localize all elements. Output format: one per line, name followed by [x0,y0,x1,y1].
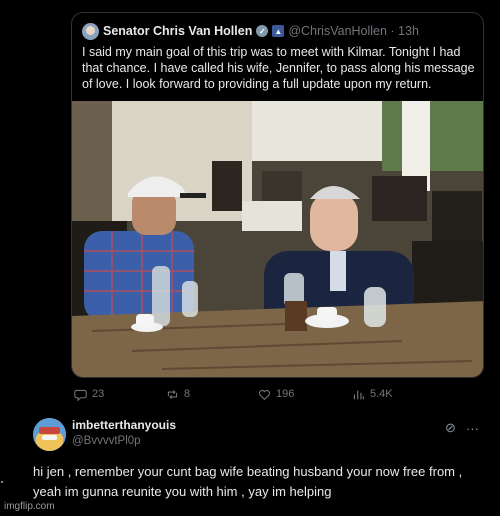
verified-badge-icon: ✓ [256,25,269,37]
like-icon [259,389,270,400]
reply-action[interactable]: 23 [74,386,104,402]
repost-icon [167,389,178,399]
views-count: 5.4K [370,388,393,400]
like-count: 196 [276,388,295,400]
screen: Senator Chris Van Hollen ✓ ▲ @ChrisVanHo… [0,0,500,516]
views-icon [353,389,364,399]
tweet-actions-bar: 23 8 196 5.4K [72,386,484,402]
reply-toolbar: ⊘ ··· [445,420,479,436]
repost-count: 8 [184,388,191,400]
photo-image [72,101,483,377]
reply-avatar[interactable] [33,418,66,451]
tweet-photo[interactable] [72,101,483,377]
author-avatar[interactable] [82,22,99,40]
quoted-tweet-text: I said my main goal of this trip was to … [82,45,475,91]
grok-icon[interactable]: ⊘ [445,420,456,436]
like-action[interactable]: 196 [258,386,294,402]
reply-count: 23 [92,388,105,400]
reply-author-name[interactable]: imbetterthanyouis [72,418,176,432]
repost-action[interactable]: 8 [166,386,190,402]
quoted-tweet-card[interactable]: Senator Chris Van Hollen ✓ ▲ @ChrisVanHo… [71,12,484,378]
watermark: imgflip.com [4,501,55,512]
author-handle-time: @ChrisVanHollen · 13h [288,24,419,38]
flag-badge-icon: ▲ [272,25,285,37]
divider-dot [1,481,3,483]
user-avatar-icon [33,418,66,451]
reply-text: hi jen , remember your cunt bag wife bea… [33,464,463,499]
reply-author-handle[interactable]: @BvvvvtPl0p [72,435,141,447]
views-action[interactable]: 5.4K [352,386,393,402]
author-name[interactable]: Senator Chris Van Hollen [103,24,252,38]
reply-icon [74,389,87,401]
more-icon[interactable]: ··· [466,421,479,436]
quoted-tweet-header: Senator Chris Van Hollen ✓ ▲ @ChrisVanHo… [82,22,419,40]
